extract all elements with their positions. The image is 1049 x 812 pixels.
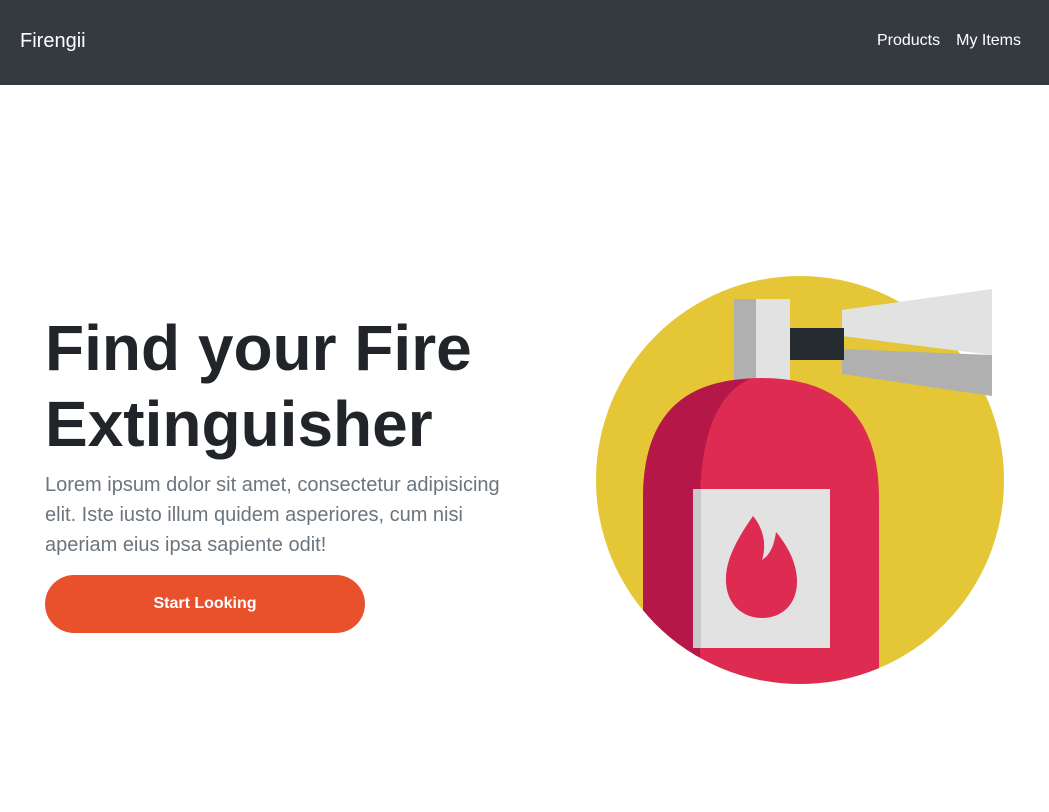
fire-extinguisher-icon <box>596 276 1004 684</box>
hero-description: Lorem ipsum dolor sit amet, consectetur … <box>45 474 500 556</box>
extinguisher-valve-shadow <box>734 299 756 385</box>
brand-logo-link[interactable]: Firengii <box>20 29 86 53</box>
nav-links: Products My Items <box>877 31 1021 51</box>
hero-title: Find your Fire Extinguisher <box>45 312 472 460</box>
extinguisher-hose <box>789 328 844 360</box>
nav-link-products[interactable]: Products <box>877 31 940 51</box>
extinguisher-label-shadow <box>693 489 701 648</box>
start-looking-button[interactable]: Start Looking <box>45 575 365 633</box>
top-navbar: Firengii Products My Items <box>0 0 1049 85</box>
nav-link-my-items[interactable]: My Items <box>956 31 1021 51</box>
